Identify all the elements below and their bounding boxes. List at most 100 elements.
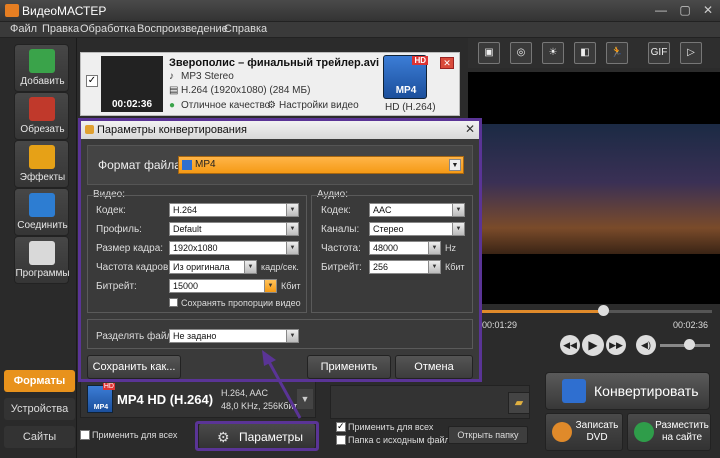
- apply-all-formats-checkbox[interactable]: [80, 430, 90, 440]
- sidebar-item-add[interactable]: Добавить: [14, 44, 69, 92]
- chevron-down-icon[interactable]: ▼: [297, 389, 313, 409]
- file-quality: Отличное качество: [181, 100, 271, 111]
- sidebar-item-trim[interactable]: Обрезать: [14, 92, 69, 140]
- save-as-button[interactable]: Сохранить как...: [87, 355, 181, 379]
- split-tool-button[interactable]: ◧: [574, 42, 596, 64]
- sidebar-item-label: Соединить: [17, 220, 68, 231]
- output-folder-field[interactable]: [330, 385, 530, 419]
- dialog-title: Параметры конвертирования: [97, 124, 247, 136]
- apply-all-folder-label: Применить для всех: [348, 422, 434, 432]
- dvd-icon: [552, 422, 572, 442]
- preview-tool-button[interactable]: ▷: [680, 42, 702, 64]
- menu-process[interactable]: Обработка: [80, 23, 135, 35]
- menu-playback[interactable]: Воспроизведение: [137, 23, 228, 35]
- prev-frame-button[interactable]: ◀◀: [560, 335, 580, 355]
- video-frame: [468, 124, 720, 254]
- chevron-down-icon: ▼: [264, 280, 276, 292]
- film-icon: ▤: [169, 85, 179, 96]
- frequency-select[interactable]: 48000 ▼: [369, 241, 441, 255]
- timeline-handle[interactable]: [597, 305, 609, 316]
- video-codec-value: H.264: [173, 205, 198, 215]
- menu-file[interactable]: Файл: [10, 23, 37, 35]
- video-codec-label: Кодек:: [96, 205, 126, 216]
- thumbnail-duration: 00:02:36: [111, 99, 153, 110]
- minimize-button[interactable]: —: [650, 2, 672, 18]
- profile-value: Default: [173, 224, 202, 234]
- keep-ratio-label: Сохранять пропорции видео: [181, 298, 301, 308]
- next-frame-button[interactable]: ▶▶: [606, 335, 626, 355]
- output-codec: HD (H.264): [385, 102, 436, 113]
- video-preview[interactable]: [468, 72, 720, 304]
- channels-select[interactable]: Стерео ▼: [369, 222, 465, 236]
- folder-icon[interactable]: ▰: [508, 392, 530, 414]
- channels-value: Стерео: [373, 224, 404, 234]
- close-button[interactable]: ✕: [697, 2, 719, 18]
- apply-all-formats-label: Применить для всех: [92, 430, 178, 440]
- video-bitrate-select[interactable]: 15000 ▼: [169, 279, 277, 293]
- fps-label: Частота кадров:: [96, 262, 172, 273]
- video-bitrate-unit: Кбит: [281, 281, 301, 291]
- format-small-icon: [182, 160, 192, 170]
- format-selector[interactable]: HD MP4 MP4 HD (H.264) H.264, AAC 48,0 KH…: [80, 378, 316, 418]
- app-logo-icon: [5, 4, 19, 17]
- badge-label: MP4: [395, 85, 417, 96]
- hd-label: HD: [412, 56, 428, 65]
- output-format-badge[interactable]: HD MP4: [383, 55, 428, 99]
- gear-icon: ⚙: [267, 100, 276, 111]
- programs-icon: [29, 241, 55, 265]
- dialog-icon: [85, 125, 94, 134]
- publish-button[interactable]: Разместить на сайте: [627, 413, 711, 451]
- keep-ratio-checkbox[interactable]: [169, 298, 178, 307]
- format-icon: HD MP4: [87, 383, 115, 413]
- file-list-item[interactable]: ✓ 00:02:36 Зверополис – финальный трейле…: [80, 52, 460, 116]
- channels-label: Каналы:: [321, 224, 360, 235]
- brightness-tool-button[interactable]: ☀: [542, 42, 564, 64]
- frame-size-select[interactable]: 1920x1080 ▼: [169, 241, 299, 255]
- format-name: MP4 HD (H.264): [117, 392, 214, 407]
- sidebar-item-join[interactable]: Соединить: [14, 188, 69, 236]
- play-button[interactable]: ▶: [582, 334, 604, 356]
- profile-select[interactable]: Default ▼: [169, 222, 299, 236]
- tab-sites[interactable]: Сайты: [4, 426, 75, 448]
- tab-devices[interactable]: Устройства: [4, 398, 75, 420]
- menu-help[interactable]: Справка: [224, 23, 267, 35]
- chevron-down-icon: ▼: [244, 261, 256, 273]
- fps-select[interactable]: Из оригинала ▼: [169, 260, 257, 274]
- sidebar-item-effects[interactable]: Эффекты: [14, 140, 69, 188]
- speed-tool-button[interactable]: 🏃: [606, 42, 628, 64]
- burn-dvd-button[interactable]: Записать DVD: [545, 413, 623, 451]
- gif-tool-button[interactable]: GIF: [648, 42, 670, 64]
- tab-formats[interactable]: Форматы: [4, 370, 75, 392]
- split-select[interactable]: Не задано ▼: [169, 329, 299, 343]
- apply-all-folder-checkbox[interactable]: ✓: [336, 421, 346, 432]
- volume-icon[interactable]: ◀): [636, 335, 656, 355]
- crop-tool-button[interactable]: ▣: [478, 42, 500, 64]
- close-icon[interactable]: ✕: [465, 122, 475, 136]
- open-folder-button[interactable]: Открыть папку: [448, 426, 528, 444]
- file-checkbox[interactable]: ✓: [86, 75, 98, 87]
- audio-bitrate-select[interactable]: 256 ▼: [369, 260, 441, 274]
- apply-button[interactable]: Применить: [307, 355, 391, 379]
- format-icon-label: MP4: [93, 404, 109, 411]
- sidebar-item-programs[interactable]: Программы: [14, 236, 70, 284]
- menu-edit[interactable]: Правка: [42, 23, 79, 35]
- convert-button[interactable]: Конвертировать: [545, 372, 710, 410]
- sidebar-item-label: Программы: [15, 268, 70, 279]
- audio-codec-select[interactable]: AAC ▼: [369, 203, 465, 217]
- same-folder-checkbox[interactable]: [336, 435, 346, 445]
- video-settings-link[interactable]: Настройки видео: [279, 100, 359, 111]
- file-video: H.264 (1920x1080) (284 МБ): [181, 85, 311, 96]
- video-codec-select[interactable]: H.264 ▼: [169, 203, 299, 217]
- format-audio-info: 48,0 KHz, 256Кбит: [221, 401, 298, 411]
- sidebar-item-label: Добавить: [20, 76, 65, 87]
- format-select[interactable]: MP4 ▼: [178, 156, 464, 174]
- delete-file-button[interactable]: ✕: [440, 57, 454, 69]
- volume-handle[interactable]: [684, 339, 695, 350]
- highlight-frame: [195, 421, 319, 451]
- stabilize-tool-button[interactable]: ◎: [510, 42, 532, 64]
- cancel-button[interactable]: Отмена: [395, 355, 473, 379]
- maximize-button[interactable]: ▢: [674, 2, 696, 18]
- split-label: Разделять файл:: [96, 331, 176, 342]
- audio-bitrate-unit: Кбит: [445, 262, 465, 272]
- fps-unit: кадр/сек.: [261, 262, 299, 272]
